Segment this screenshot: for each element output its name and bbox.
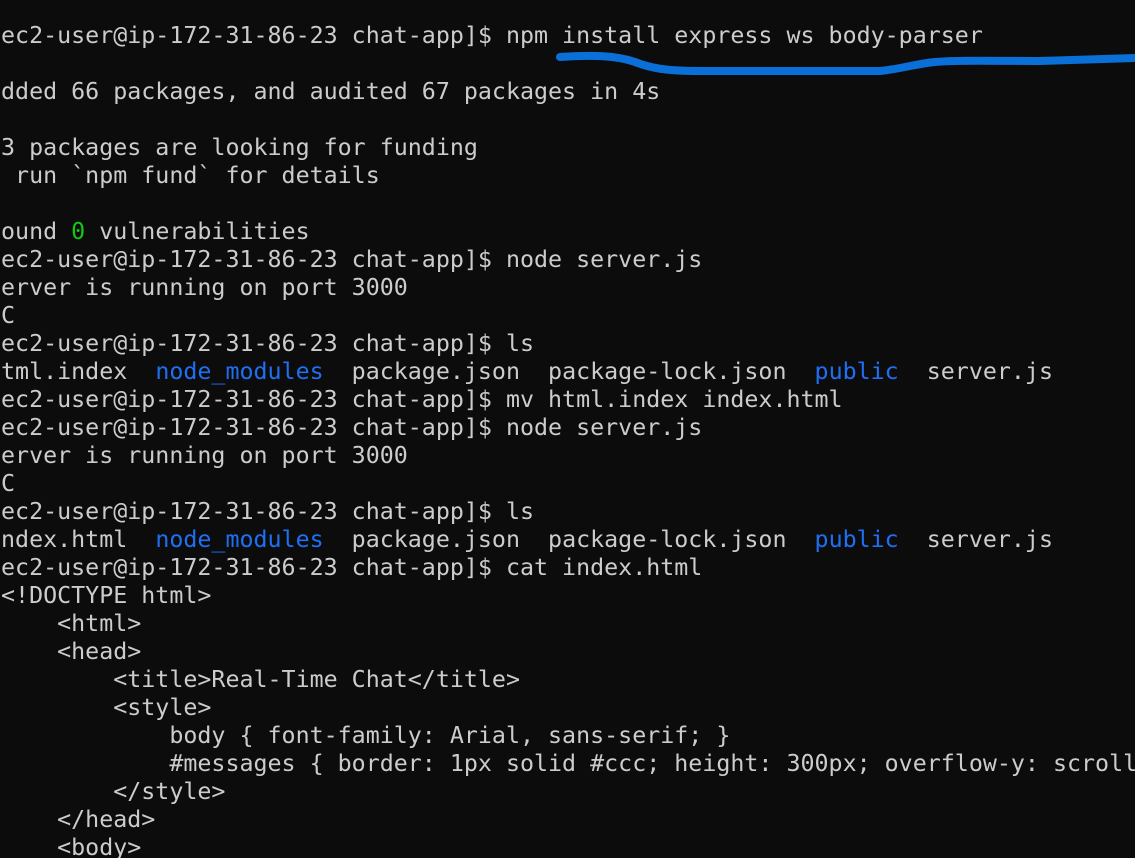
terminal-line: [ec2-user@ip-172-31-86-23 chat-app]$ ls [0,498,1135,526]
terminal-line: <body> [0,834,1135,858]
terminal-window[interactable]: [ec2-user@ip-172-31-86-23 chat-app]$ npm… [0,0,1135,858]
terminal-line: <head> [0,638,1135,666]
terminal-line: [ec2-user@ip-172-31-86-23 chat-app]$ npm… [0,22,1135,50]
terminal-line: found 0 vulnerabilities [0,218,1135,246]
terminal-line: ^C [0,302,1135,330]
terminal-line: [ec2-user@ip-172-31-86-23 chat-app]$ nod… [0,246,1135,274]
terminal-text: package.json package-lock.json [323,358,815,385]
terminal-line: #messages { border: 1px solid #ccc; heig… [0,750,1135,778]
terminal-output: [ec2-user@ip-172-31-86-23 chat-app]$ npm… [0,22,1135,858]
terminal-text: [ec2-user@ip-172-31-86-23 chat-app]$ nod… [0,246,703,273]
terminal-text: </head> [0,806,156,833]
terminal-text: <title>Real-Time Chat</title> [0,666,520,693]
terminal-line: </style> [0,778,1135,806]
terminal-text: ^C [0,470,16,497]
terminal-line: [ec2-user@ip-172-31-86-23 chat-app]$ mv … [0,386,1135,414]
terminal-text: package.json package-lock.json [323,526,815,553]
terminal-text: [ec2-user@ip-172-31-86-23 chat-app]$ cat… [0,554,703,581]
terminal-text: vulnerabilities [85,218,310,245]
terminal-text: #messages { border: 1px solid #ccc; heig… [0,750,1135,777]
terminal-text: ^C [0,302,16,329]
vulnerability-count: 0 [71,218,86,245]
terminal-text: <!DOCTYPE html> [0,582,212,609]
terminal-text: <html> [0,610,142,637]
terminal-line: </head> [0,806,1135,834]
terminal-line: [ec2-user@ip-172-31-86-23 chat-app]$ nod… [0,414,1135,442]
terminal-line: Server is running on port 3000 [0,274,1135,302]
terminal-text: html.index [0,358,156,385]
terminal-text: [ec2-user@ip-172-31-86-23 chat-app]$ ls [0,498,535,525]
terminal-line: body { font-family: Arial, sans-serif; } [0,722,1135,750]
terminal-text: </style> [0,778,226,805]
terminal-text: server.js [898,358,1053,385]
terminal-line: index.html node_modules package.json pac… [0,526,1135,554]
terminal-text: body { font-family: Arial, sans-serif; } [0,722,731,749]
terminal-text: [ec2-user@ip-172-31-86-23 chat-app]$ ls [0,330,535,357]
terminal-text: Server is running on port 3000 [0,442,408,469]
terminal-line: Server is running on port 3000 [0,442,1135,470]
terminal-text: index.html [0,526,156,553]
terminal-text: Server is running on port 3000 [0,274,408,301]
terminal-text: server.js [898,526,1053,553]
terminal-line: [ec2-user@ip-172-31-86-23 chat-app]$ ls [0,330,1135,358]
terminal-line: [ec2-user@ip-172-31-86-23 chat-app]$ cat… [0,554,1135,582]
terminal-text: 13 packages are looking for funding [0,134,478,161]
terminal-line: run `npm fund` for details [0,162,1135,190]
terminal-text: <body> [0,834,142,858]
terminal-line: <title>Real-Time Chat</title> [0,666,1135,694]
terminal-text: [ec2-user@ip-172-31-86-23 chat-app]$ npm… [0,22,983,49]
terminal-line: 13 packages are looking for funding [0,134,1135,162]
terminal-line: <html> [0,610,1135,638]
directory-name: node_modules [155,526,324,553]
terminal-line: html.index node_modules package.json pac… [0,358,1135,386]
terminal-line: <style> [0,694,1135,722]
terminal-text: found [0,218,58,245]
terminal-text: run `npm fund` for details [0,162,380,189]
terminal-text: <head> [0,638,142,665]
terminal-line: added 66 packages, and audited 67 packag… [0,78,1135,106]
terminal-text: <style> [0,694,212,721]
directory-name: public [814,358,899,385]
terminal-text: [ec2-user@ip-172-31-86-23 chat-app]$ mv … [0,386,843,413]
terminal-line: ^C [0,470,1135,498]
directory-name: node_modules [155,358,324,385]
terminal-text: [ec2-user@ip-172-31-86-23 chat-app]$ nod… [0,414,703,441]
directory-name: public [814,526,899,553]
terminal-line: <!DOCTYPE html> [0,582,1135,610]
terminal-text: added 66 packages, and audited 67 packag… [0,78,661,105]
